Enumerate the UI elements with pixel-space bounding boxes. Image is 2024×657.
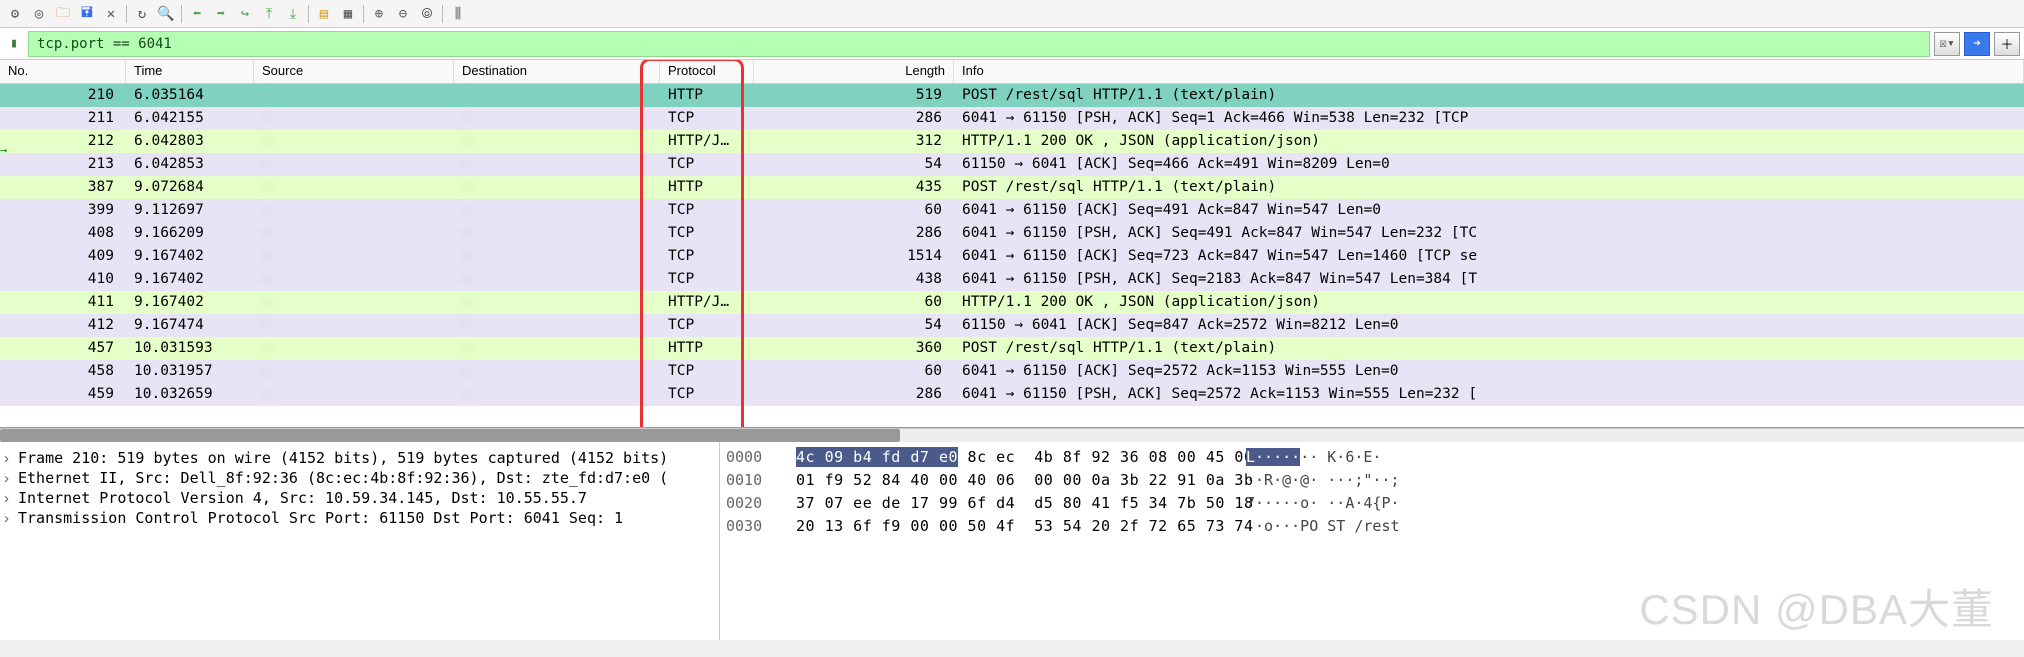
column-header-no[interactable]: No. <box>0 60 126 83</box>
folder-icon[interactable]: 🗀 <box>52 3 74 25</box>
display-filter-bar: ▮ ☒▾ ➔ ＋ <box>0 28 2024 60</box>
resize-cols-icon[interactable]: ⫼ <box>447 3 469 25</box>
current-packet-marker-icon <box>0 142 16 162</box>
toolbar-separator <box>363 5 364 23</box>
zoom-reset-icon[interactable]: ⦾ <box>416 3 438 25</box>
tree-ip-row[interactable]: ›Internet Protocol Version 4, Src: 10.59… <box>4 488 715 508</box>
main-toolbar: ⚙ ◎ 🗀 🖬 ✕ ↻ 🔍 ⬅ ➡ ↪ ⤒ ⤓ ▤ ▦ ⊕ ⊖ ⦾ ⫼ <box>0 0 2024 28</box>
tree-frame-row[interactable]: ›Frame 210: 519 bytes on wire (4152 bits… <box>4 448 715 468</box>
packet-row[interactable]: 4109.167402——TCP4386041 → 61150 [PSH, AC… <box>0 268 2024 291</box>
filter-bookmark-icon[interactable]: ▮ <box>4 34 24 54</box>
packet-rows-container[interactable]: 2106.035164——HTTP519POST /rest/sql HTTP/… <box>0 84 2024 424</box>
column-header-length[interactable]: Length <box>754 60 954 83</box>
packet-row[interactable]: 2106.035164——HTTP519POST /rest/sql HTTP/… <box>0 84 2024 107</box>
column-header-destination[interactable]: Destination <box>454 60 660 83</box>
hex-row[interactable]: 001001 f9 52 84 40 00 40 06 00 00 0a 3b … <box>726 469 2018 492</box>
filter-apply-button[interactable]: ➔ <box>1964 32 1990 56</box>
horizontal-scrollbar[interactable] <box>0 428 2024 442</box>
reload-icon[interactable]: ↻ <box>131 3 153 25</box>
packet-row[interactable]: 45810.031957——TCP606041 → 61150 [ACK] Se… <box>0 360 2024 383</box>
column-header-source[interactable]: Source <box>254 60 454 83</box>
goto-last-icon[interactable]: ⤓ <box>282 3 304 25</box>
colorize-icon[interactable]: ▦ <box>337 3 359 25</box>
expand-icon[interactable]: › <box>4 490 18 507</box>
toolbar-separator <box>181 5 182 23</box>
toolbar-separator <box>442 5 443 23</box>
display-filter-input[interactable] <box>28 31 1930 57</box>
expand-icon[interactable]: › <box>4 470 18 487</box>
column-header-protocol[interactable]: Protocol <box>660 60 754 83</box>
tree-tcp-row[interactable]: ›Transmission Control Protocol Src Port:… <box>4 508 715 528</box>
packet-details-tree[interactable]: ›Frame 210: 519 bytes on wire (4152 bits… <box>0 442 720 640</box>
go-back-icon[interactable]: ⬅ <box>186 3 208 25</box>
column-header-info[interactable]: Info <box>954 60 2024 83</box>
packet-row[interactable]: 4119.167402——HTTP/J…60HTTP/1.1 200 OK , … <box>0 291 2024 314</box>
toolbar-separator <box>308 5 309 23</box>
details-panes: ›Frame 210: 519 bytes on wire (4152 bits… <box>0 442 2024 640</box>
hex-row[interactable]: 003020 13 6f f9 00 00 50 4f 53 54 20 2f … <box>726 515 2018 538</box>
packet-row[interactable]: 4099.167402——TCP15146041 → 61150 [ACK] S… <box>0 245 2024 268</box>
packet-row[interactable]: 2116.042155——TCP2866041 → 61150 [PSH, AC… <box>0 107 2024 130</box>
filter-add-button[interactable]: ＋ <box>1994 32 2020 56</box>
go-forward-icon[interactable]: ➡ <box>210 3 232 25</box>
packet-bytes-pane[interactable]: 00004c 09 b4 fd d7 e0 8c ec 4b 8f 92 36 … <box>720 442 2024 640</box>
gear-icon[interactable]: ⚙ <box>4 3 26 25</box>
packet-row[interactable]: 2136.042853——TCP5461150 → 6041 [ACK] Seq… <box>0 153 2024 176</box>
jump-icon[interactable]: ↪ <box>234 3 256 25</box>
circle-icon[interactable]: ◎ <box>28 3 50 25</box>
packet-row[interactable]: 4129.167474——TCP5461150 → 6041 [ACK] Seq… <box>0 314 2024 337</box>
expand-icon[interactable]: › <box>4 510 18 527</box>
search-icon[interactable]: 🔍 <box>155 3 177 25</box>
save-icon[interactable]: 🖬 <box>76 3 98 25</box>
packet-row[interactable]: 45710.031593——HTTP360POST /rest/sql HTTP… <box>0 337 2024 360</box>
filter-clear-button[interactable]: ☒▾ <box>1934 32 1960 56</box>
autoscroll-icon[interactable]: ▤ <box>313 3 335 25</box>
close-icon[interactable]: ✕ <box>100 3 122 25</box>
scrollbar-thumb[interactable] <box>0 429 900 442</box>
packet-row[interactable]: 3879.072684——HTTP435POST /rest/sql HTTP/… <box>0 176 2024 199</box>
packet-row[interactable]: 45910.032659——TCP2866041 → 61150 [PSH, A… <box>0 383 2024 406</box>
packet-list-pane: No. Time Source Destination Protocol Len… <box>0 60 2024 428</box>
zoom-out-icon[interactable]: ⊖ <box>392 3 414 25</box>
goto-first-icon[interactable]: ⤒ <box>258 3 280 25</box>
column-header-time[interactable]: Time <box>126 60 254 83</box>
packet-list-header: No. Time Source Destination Protocol Len… <box>0 60 2024 84</box>
tree-ethernet-row[interactable]: ›Ethernet II, Src: Dell_8f:92:36 (8c:ec:… <box>4 468 715 488</box>
packet-row[interactable]: 2126.042803——HTTP/J…312HTTP/1.1 200 OK ,… <box>0 130 2024 153</box>
toolbar-separator <box>126 5 127 23</box>
zoom-in-icon[interactable]: ⊕ <box>368 3 390 25</box>
expand-icon[interactable]: › <box>4 450 18 467</box>
hex-row[interactable]: 002037 07 ee de 17 99 6f d4 d5 80 41 f5 … <box>726 492 2018 515</box>
packet-row[interactable]: 4089.166209——TCP2866041 → 61150 [PSH, AC… <box>0 222 2024 245</box>
packet-row[interactable]: 3999.112697——TCP606041 → 61150 [ACK] Seq… <box>0 199 2024 222</box>
hex-row[interactable]: 00004c 09 b4 fd d7 e0 8c ec 4b 8f 92 36 … <box>726 446 2018 469</box>
